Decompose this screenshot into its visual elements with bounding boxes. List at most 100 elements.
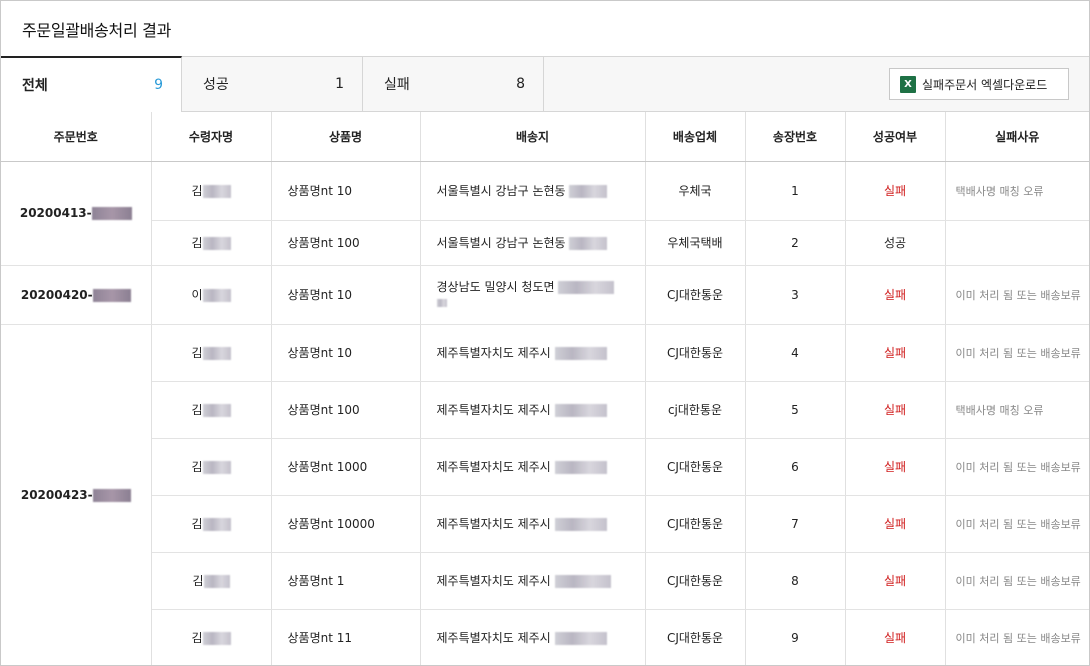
address-cell: 제주특별자치도 제주시	[420, 609, 646, 665]
carrier-cell: CJ대한통운	[645, 265, 746, 325]
reason-cell: 이미 처리 됨 또는 배송보류	[945, 609, 1089, 665]
invoice-number: 2	[791, 235, 799, 250]
address-cell: 제주특별자치도 제주시	[420, 324, 646, 382]
invoice-cell: 5	[745, 381, 846, 439]
invoice-cell: 1	[745, 161, 846, 221]
address-text: 제주특별자치도 제주시	[436, 631, 551, 645]
address-text: 서울특별시 강남구 논현동	[436, 236, 566, 250]
product-name: 상품명nt 10	[287, 288, 353, 302]
result-status: 실패	[883, 460, 907, 474]
address-cell: 경상남도 밀양시 청도면	[420, 265, 646, 325]
product-name: 상품명nt 11	[287, 631, 353, 645]
product-name: 상품명nt 100	[287, 403, 360, 417]
invoice-cell: 4	[745, 324, 846, 382]
recipient-name: 김	[191, 403, 203, 417]
excel-icon: X	[900, 75, 916, 93]
carrier-cell: CJ대한통운	[645, 495, 746, 553]
table-header-row: 주문번호 수령자명 상품명 배송지 배송업체 송장번호 성공여부 실패사유	[1, 112, 1089, 162]
header-address: 배송지	[420, 112, 646, 162]
address-text: 제주특별자치도 제주시	[436, 403, 551, 417]
invoice-cell: 6	[745, 438, 846, 496]
failure-reason: 이미 처리 됨 또는 배송보류	[955, 574, 1081, 588]
address-cell: 서울특별시 강남구 논현동	[420, 220, 646, 266]
masked-order-suffix	[92, 489, 131, 502]
page-title: 주문일괄배송처리 결과	[22, 20, 171, 40]
masked-recipient	[202, 461, 231, 474]
carrier-cell: CJ대한통운	[645, 324, 746, 382]
invoice-number: 8	[791, 573, 799, 588]
result-status: 실패	[883, 184, 907, 198]
table-row: 김 상품명nt 10000 제주특별자치도 제주시 CJ대한통운 7 실패 이미 처리 됨…	[1, 495, 1089, 553]
order-number-cell: 20200420-	[1, 265, 152, 325]
masked-recipient	[202, 518, 231, 531]
recipient-name: 김	[192, 574, 204, 588]
result-status: 실패	[883, 574, 907, 588]
product-cell: 상품명nt 11	[271, 609, 421, 665]
tab-success-label: 성공	[203, 77, 229, 93]
recipient-name: 김	[191, 184, 203, 198]
masked-recipient	[202, 404, 231, 417]
carrier-cell: CJ대한통운	[645, 609, 746, 665]
masked-address	[554, 461, 607, 474]
masked-address	[558, 280, 615, 294]
masked-address	[554, 404, 607, 417]
masked-order-suffix	[91, 207, 132, 220]
tab-total[interactable]: 전체 9	[1, 56, 182, 112]
recipient-name: 이	[191, 288, 203, 302]
result-status: 실패	[883, 403, 907, 417]
carrier-name: 우체국택배	[667, 236, 723, 250]
result-cell: 실패	[845, 438, 946, 496]
carrier-name: CJ대한통운	[666, 517, 724, 531]
recipient-cell: 김	[151, 161, 272, 221]
failure-reason: 이미 처리 됨 또는 배송보류	[955, 288, 1081, 302]
download-failed-orders-button[interactable]: X 실패주문서 엑셀다운로드	[889, 68, 1069, 100]
recipient-name: 김	[191, 460, 203, 474]
reason-cell	[945, 220, 1089, 266]
product-name: 상품명nt 1	[287, 574, 345, 588]
table-row: 20200413- 김 상품명nt 10 서울특별시 강남구 논현동 우체국 1 실패 택배…	[1, 161, 1089, 266]
product-name: 상품명nt 100	[287, 236, 360, 250]
masked-address	[554, 518, 607, 531]
tab-success[interactable]: 성공 1	[182, 57, 363, 111]
recipient-name: 김	[191, 236, 203, 250]
result-panel: 주문일괄배송처리 결과 전체 9 성공 1 실패 8 X 실패주문서 엑셀다운로…	[0, 0, 1090, 666]
tab-fail[interactable]: 실패 8	[363, 57, 544, 111]
invoice-number: 6	[791, 459, 799, 474]
product-cell: 상품명nt 100	[271, 220, 421, 266]
address-cell: 제주특별자치도 제주시	[420, 495, 646, 553]
header-product: 상품명	[271, 112, 421, 162]
table-row: 김 상품명nt 100 제주특별자치도 제주시 cj대한통운 5 실패 택배사명 매칭 오…	[1, 381, 1089, 439]
address-text: 서울특별시 강남구 논현동	[436, 184, 566, 198]
result-cell: 실패	[845, 161, 946, 221]
carrier-name: 우체국	[678, 184, 712, 198]
address-text: 제주특별자치도 제주시	[436, 574, 551, 588]
recipient-name: 김	[191, 631, 203, 645]
header-invoice: 송장번호	[745, 112, 846, 162]
masked-order-suffix	[92, 288, 131, 302]
reason-cell: 이미 처리 됨 또는 배송보류	[945, 265, 1089, 325]
address-cell: 제주특별자치도 제주시	[420, 381, 646, 439]
carrier-name: CJ대한통운	[666, 288, 724, 302]
failure-reason: 택배사명 매칭 오류	[955, 403, 1044, 417]
result-status: 성공	[883, 236, 907, 250]
invoice-number: 4	[791, 345, 799, 360]
carrier-name: CJ대한통운	[666, 631, 724, 645]
product-cell: 상품명nt 10	[271, 265, 421, 325]
table-row: 20200423- 김 상품명nt 10 제주특별자치도 제주시 CJ대한통운 4 실패 이…	[1, 324, 1089, 665]
order-number: 20200423-	[20, 488, 93, 502]
recipient-cell: 김	[151, 552, 272, 610]
failure-reason: 이미 처리 됨 또는 배송보류	[955, 631, 1081, 645]
result-cell: 실패	[845, 495, 946, 553]
invoice-number: 1	[791, 183, 799, 198]
address-cell: 제주특별자치도 제주시	[420, 552, 646, 610]
product-cell: 상품명nt 1	[271, 552, 421, 610]
product-name: 상품명nt 10	[287, 346, 353, 360]
table-row: 김 상품명nt 11 제주특별자치도 제주시 CJ대한통운 9 실패 이미 처리 됨 또는…	[1, 609, 1089, 665]
order-number: 20200413-	[19, 206, 92, 220]
carrier-cell: cj대한통운	[645, 381, 746, 439]
result-cell: 실패	[845, 324, 946, 382]
tab-success-count: 1	[335, 76, 344, 92]
tab-total-count: 9	[154, 77, 163, 93]
tab-fail-count: 8	[516, 76, 525, 92]
tab-fail-label: 실패	[384, 77, 410, 93]
